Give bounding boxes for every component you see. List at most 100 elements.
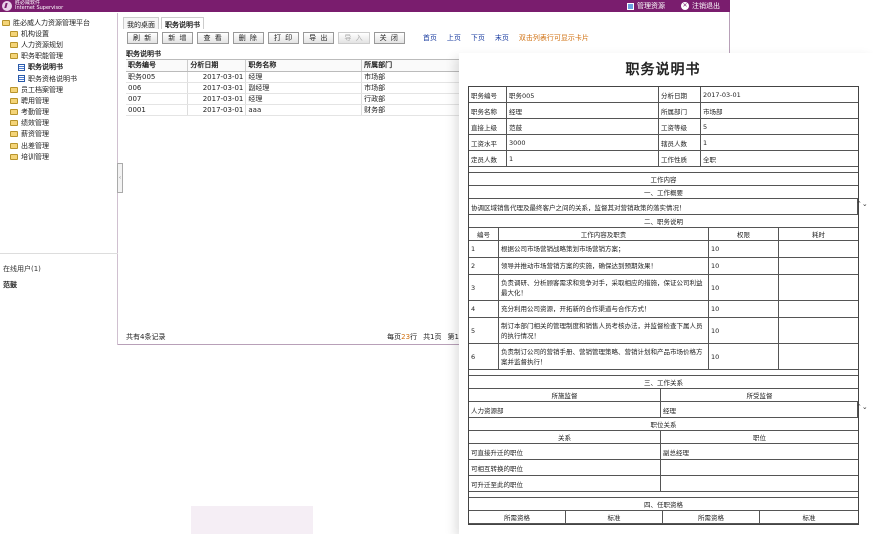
pager-link[interactable]: 下页 <box>471 33 485 43</box>
manage-resources-link[interactable]: 管理资源 <box>627 1 665 11</box>
section-heading: 职位关系 <box>650 421 677 429</box>
position-header: 关系 <box>469 431 661 443</box>
section-heading: 工作内容 <box>650 176 677 184</box>
tree-node[interactable]: 考勤管理 <box>2 107 117 118</box>
card-row: 二、职务说明 <box>469 215 858 228</box>
tree-node[interactable]: 胜必威人力资源管理平台 <box>2 17 117 28</box>
document-icon <box>18 63 25 71</box>
field-label: 所属部门 <box>659 103 701 118</box>
scroll-arrows-icon[interactable]: ⌃⌄ <box>856 201 868 208</box>
scroll-arrows-icon[interactable]: ⌃⌄ <box>856 404 868 411</box>
card-row: 5 制订本部门相关的管理制度和销售人员考核办法，并监督检查下属人员的执行情况！ 10 <box>469 318 858 344</box>
folder-icon <box>10 131 18 138</box>
tab-bar: 我的桌面 职务说明书 <box>123 17 206 29</box>
qualification-header: 所需资格 <box>469 511 566 523</box>
tree-node[interactable]: 培训管理 <box>2 151 117 162</box>
tree-node[interactable]: 机构设置 <box>2 28 117 39</box>
pager-link[interactable]: 末页 <box>495 33 509 43</box>
field-label: 工资等级 <box>659 119 701 134</box>
logo-mark-icon <box>2 1 12 11</box>
qualification-header: 标准 <box>566 511 663 523</box>
tree-node[interactable]: 绩效管理 <box>2 118 117 129</box>
tree-node-label: 考勤管理 <box>21 108 49 117</box>
list-caption: 职务说明书 <box>126 49 466 60</box>
table-row[interactable]: 006 2017-03-01 副经理 市场部 <box>126 82 466 94</box>
duty-cell: 领导并推动市场营销方案的实施，确保达到预期效果！ <box>499 258 709 274</box>
table-row[interactable]: 007 2017-03-01 经理 行政部 <box>126 93 466 105</box>
tree-node-label: 职务职能管理 <box>21 52 63 61</box>
folder-icon <box>10 109 18 116</box>
folder-icon <box>2 19 10 26</box>
card-row: 编号 工作内容及职责 权限 耗时 <box>469 228 858 241</box>
tree-node[interactable]: 聘用管理 <box>2 95 117 106</box>
column-header[interactable]: 分析日期 <box>187 60 247 72</box>
app-logo: 胜必威软件 Internet Supervisor <box>2 0 63 12</box>
logout-link[interactable]: ✕ 注销退出 <box>681 1 720 11</box>
folder-icon <box>10 97 18 104</box>
position-label: 可直接升迁的职位 <box>469 444 661 459</box>
column-header[interactable]: 职务名称 <box>245 60 363 72</box>
folder-icon <box>10 86 18 93</box>
page-total: 共1页 <box>423 333 442 341</box>
qualification-header: 标准 <box>802 514 816 522</box>
field-value: 经理 <box>507 103 659 118</box>
column-header[interactable]: 职务编号 <box>126 60 189 72</box>
duty-column-header: 工作内容及职责 <box>499 228 709 240</box>
section-heading: 三、工作关系 <box>644 379 683 387</box>
duty-cell: 10 <box>709 344 779 369</box>
pager-link[interactable]: 首页 <box>423 33 437 43</box>
tree-node-label: 人力资源规划 <box>21 40 63 49</box>
table-cell: 副经理 <box>245 82 363 94</box>
tree-node[interactable]: 职务职能管理 <box>2 51 117 62</box>
duty-cell: 4 <box>469 301 499 317</box>
tree-node[interactable]: 职务资格说明书 <box>2 73 117 84</box>
duty-cell: 10 <box>709 301 779 317</box>
tree-node[interactable]: 员工档案管理 <box>2 84 117 95</box>
table-cell: 市场部 <box>361 82 466 94</box>
table-cell: 行政部 <box>361 93 466 105</box>
tree-node[interactable]: 人力资源规划 <box>2 39 117 50</box>
duty-cell <box>779 301 858 317</box>
toolbar-button[interactable]: 查 看 <box>197 32 229 44</box>
folder-icon <box>10 53 18 60</box>
card-row: 定员人数 1 工作性质 全职 <box>469 151 858 167</box>
table-row[interactable]: 职务005 2017-03-01 经理 市场部 <box>126 71 466 83</box>
toolbar-button[interactable]: 删 除 <box>232 32 264 44</box>
card-title: 职务说明书 <box>625 62 701 78</box>
tree-node-label: 绩效管理 <box>21 119 49 128</box>
table-row[interactable]: 0001 2017-03-01 aaa 财务部 <box>126 104 466 116</box>
tree-node-label: 薪资管理 <box>21 130 49 139</box>
online-user[interactable]: 范鼓 <box>3 280 115 290</box>
field-value: 职务005 <box>507 87 659 102</box>
position-value: 副总经理 <box>663 448 689 457</box>
duty-cell <box>779 344 858 369</box>
close-icon: ✕ <box>681 2 689 10</box>
toolbar-button[interactable]: 关 闭 <box>373 32 405 44</box>
tab-job-description[interactable]: 职务说明书 <box>161 17 204 29</box>
toolbar-button[interactable]: 打 印 <box>267 32 300 44</box>
toolbar-button[interactable]: 新 增 <box>162 32 194 44</box>
list-hint: 双击列表行可显示卡片 <box>518 34 589 42</box>
toolbar-button[interactable]: 刷 新 <box>127 32 159 44</box>
card-row: 三、工作关系 <box>469 376 858 389</box>
table-cell: 006 <box>126 82 189 94</box>
tree-node[interactable]: 职务说明书 <box>2 62 117 73</box>
card-row: 四、任职资格 <box>469 498 858 511</box>
column-header[interactable]: 所属部门 <box>361 60 466 72</box>
card-row: 工资水平 3000 辖员人数 1 <box>469 135 858 151</box>
toolbar-button[interactable]: 导 出 <box>303 32 335 44</box>
duty-cell: 制订本部门相关的管理制度和销售人员考核办法，并监督检查下属人员的执行情况！ <box>499 318 709 343</box>
tab-desktop[interactable]: 我的桌面 <box>123 17 159 29</box>
field-label: 辖员人数 <box>659 135 701 150</box>
field-value: 3000 <box>507 135 659 150</box>
tree-node[interactable]: 薪资管理 <box>2 129 117 140</box>
qualification-header: 所需资格 <box>663 511 760 523</box>
card-row: 人力资源部 经理 ⌃⌄ <box>469 402 868 418</box>
tree-node[interactable]: 出差管理 <box>2 140 117 151</box>
record-count: 共有4条记录 <box>126 333 166 341</box>
sidebar: 胜必威人力资源管理平台 机构设置 人力资源规划 职务职能管理 职务说明书 职务资格说明书员… <box>0 13 118 345</box>
pager-link[interactable]: 上页 <box>447 33 461 43</box>
per-page-count[interactable]: 23 <box>401 333 410 341</box>
folder-icon <box>10 153 18 160</box>
card-row: 可直接升迁的职位 副总经理 <box>469 444 858 460</box>
